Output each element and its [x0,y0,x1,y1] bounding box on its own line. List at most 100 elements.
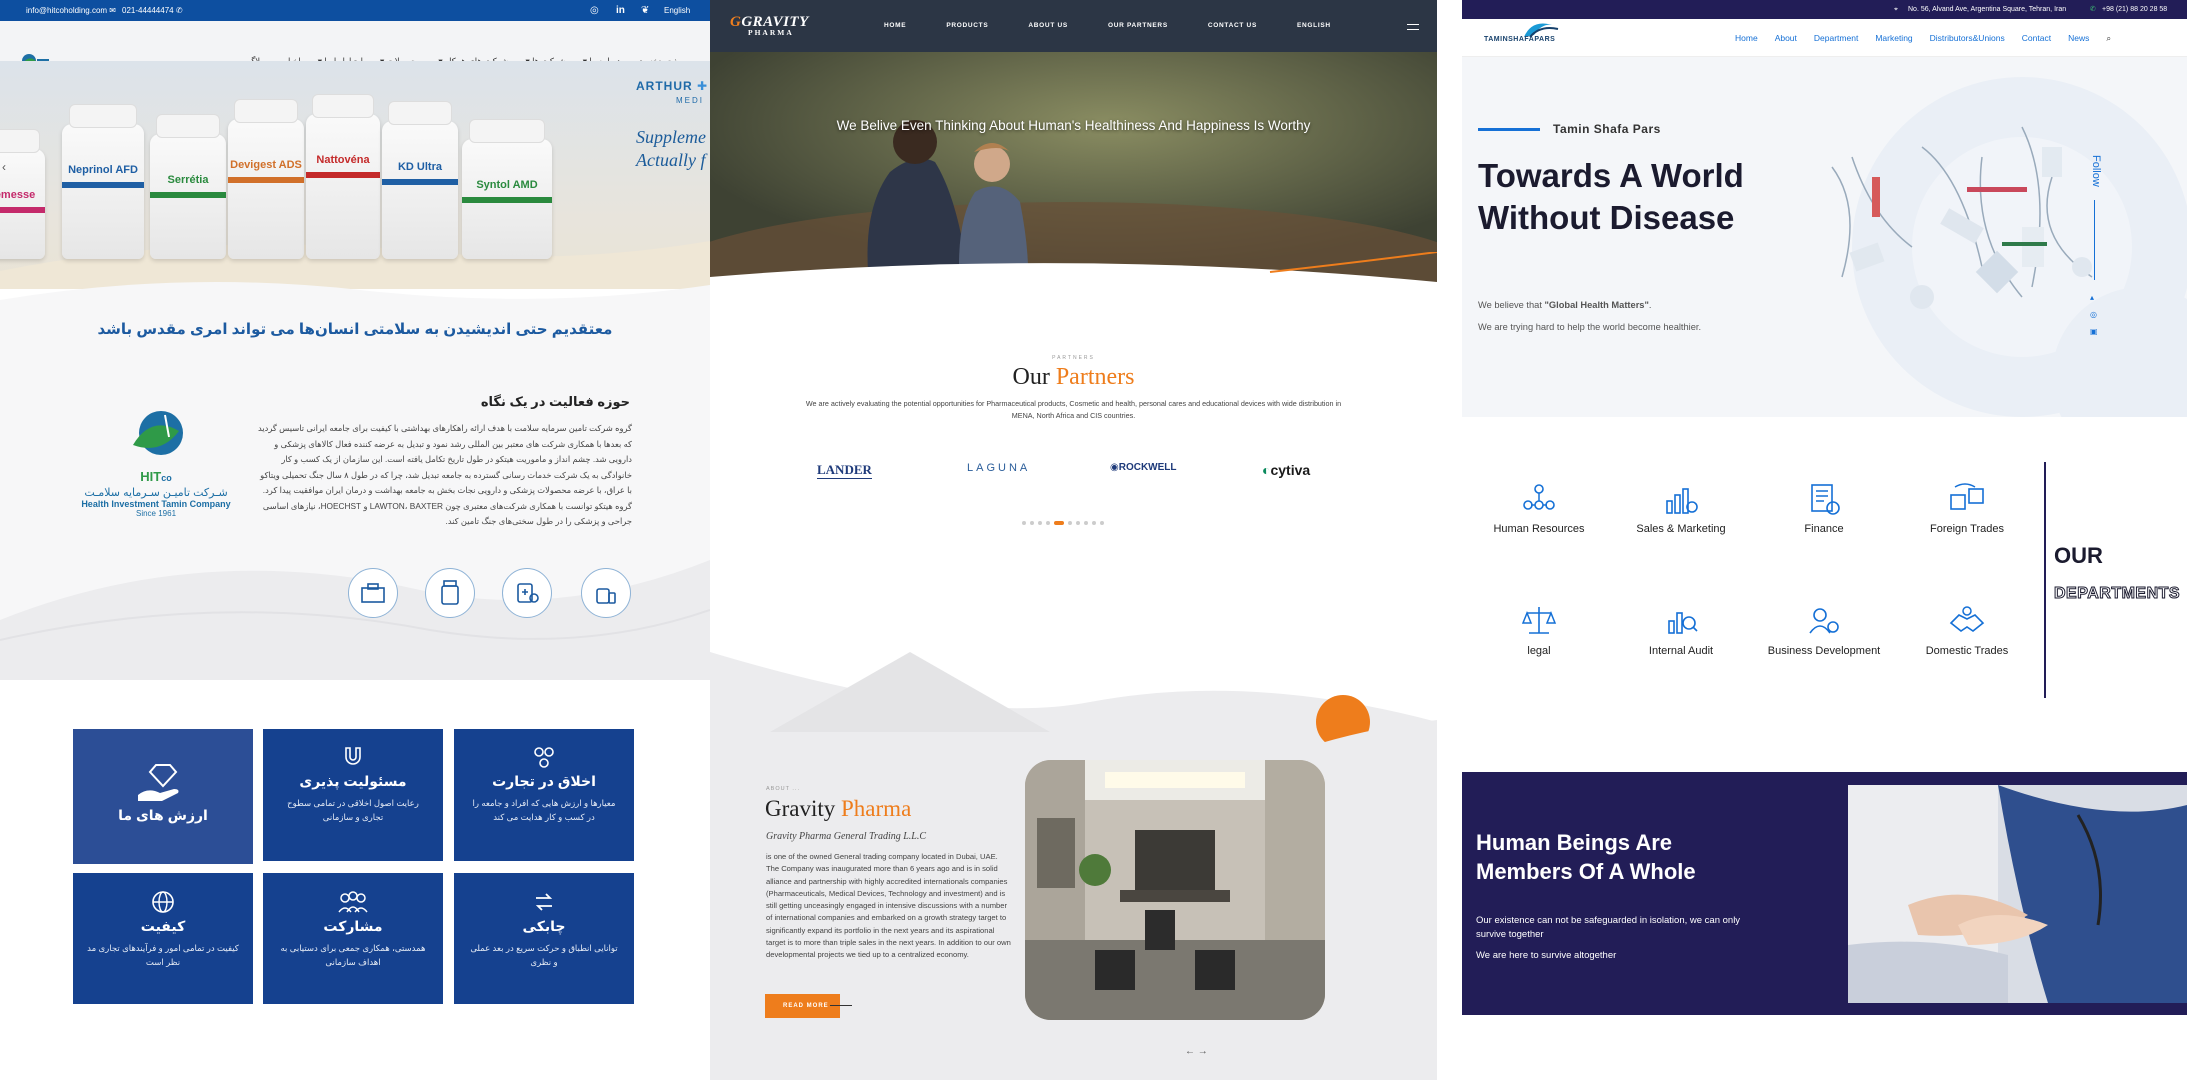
hitco-website-screenshot: info@hitcoholding.com ✉ 021-44444474 ✆ ◎… [0,0,710,1080]
nav-about[interactable]: About [1775,33,1797,44]
read-more-button[interactable]: READ MORE [765,994,840,1018]
cosmetics-icon [596,588,616,604]
nav-language[interactable]: ENGLISH [1297,22,1331,29]
departments-label: DEPARTMENTS [2053,585,2181,603]
dept-legal[interactable]: legal [1479,599,1599,657]
about-kicker: ABOUT ... [766,786,800,792]
partner-logo-laguna[interactable]: LAGUNA [967,462,1030,474]
mail-icon: ✉ [109,6,116,15]
carousel-dot[interactable] [1022,521,1026,525]
hero-tagline-2: Actually f [636,150,706,170]
gravity-logo[interactable]: GGRAVITY PHARMA [730,14,809,37]
carousel-dot[interactable] [1076,521,1080,525]
language-link[interactable]: English [664,6,690,15]
dept-label: Human Resources [1493,523,1585,535]
nav-partners[interactable]: OUR PARTNERS [1108,22,1168,29]
instagram-icon[interactable]: ◎ [590,5,599,16]
audit-chart-icon [1621,599,1741,639]
carousel-dot[interactable] [1046,521,1050,525]
linkedin-icon[interactable]: in [616,5,625,16]
top-address: No. 56, Alvand Ave, Argentina Square, Te… [1908,6,2067,13]
twitter-icon[interactable]: ▴ [2090,289,2098,306]
nav-department[interactable]: Department [1814,33,1858,44]
carousel-dot[interactable] [1092,521,1096,525]
linkedin-icon[interactable]: ▣ [2090,323,2098,340]
card-desc: رعایت اصول اخلاقی در تمامی سطوح تجاری و … [287,798,419,822]
carousel-dot-active[interactable] [1054,521,1064,525]
delivery-boxes-icon [1907,477,2027,517]
company-name-en: Health Investment Tamin Company [81,499,231,509]
circle-icon-2[interactable] [425,568,475,618]
dept-internal-audit[interactable]: Internal Audit [1621,599,1741,657]
phone-link[interactable]: 021-44444474 ✆ [122,6,183,15]
nav-home[interactable]: Home [1735,33,1758,44]
button-line-decoration [830,1005,852,1006]
nav-products[interactable]: PRODUCTS [946,22,988,29]
carousel-dot[interactable] [1100,521,1104,525]
circle-icon-3[interactable] [502,568,552,618]
our-label: OUR [2054,543,2103,568]
partner-logo-cytiva[interactable]: ◐cytiva [1262,462,1310,478]
hero-wave [710,252,1437,292]
nav-home[interactable]: HOME [884,22,906,29]
card-business-ethics[interactable]: اخلاق در تجارت معیارها و ارزش هایی که اف… [454,729,634,861]
dept-sales-marketing[interactable]: Sales & Marketing [1621,477,1741,535]
partner-logo-rockwell[interactable]: ◉ROCKWELL [1110,462,1177,473]
dept-human-resources[interactable]: Human Resources [1479,477,1599,535]
carousel-dot[interactable] [1038,521,1042,525]
nav-marketing[interactable]: Marketing [1875,33,1912,44]
product-bottle: Serrétia [150,114,226,259]
search-icon[interactable]: ⌕ [2106,33,2111,44]
dept-label: Sales & Marketing [1636,523,1726,535]
email-link[interactable]: info@hitcoholding.com ✉ [26,6,116,15]
company-name-fa: شـرکت تامیـن سـرمایه سلامـت [84,487,228,499]
circle-icon-1[interactable] [348,568,398,618]
carousel-dots[interactable] [1022,521,1104,525]
top-phone[interactable]: +98 (21) 88 20 28 58 [2102,6,2167,13]
partner-logo-lander[interactable]: LANDER [817,462,872,479]
slider-arrows[interactable]: ← → [1185,1046,1208,1057]
twitter-icon[interactable]: ❦ [641,5,649,16]
hero-tagline: Suppleme [636,127,706,147]
nav-contact[interactable]: CONTACT US [1208,22,1257,29]
card-desc: معیارها و ارزش هایی که افراد و جامعه را … [472,798,616,822]
top-bar: ⌖ No. 56, Alvand Ave, Argentina Square, … [1462,0,2187,19]
nav-news[interactable]: News [2068,33,2089,44]
hero-text: We Belive Even Thinking About Human's He… [836,118,1311,133]
band-text-1: Our existence can not be safeguarded in … [1476,915,1741,940]
dept-finance[interactable]: Finance [1764,477,1884,535]
tamin-logo[interactable]: TAMINSHAFAPARS [1484,36,1555,43]
carousel-dot[interactable] [1068,521,1072,525]
kicker-line [1478,128,1540,131]
card-participation[interactable]: مشارکت همدستی، همکاری جمعی برای دستیابی … [263,873,443,1004]
hamburger-menu-icon[interactable] [1407,24,1419,30]
office-photo [1025,760,1325,1020]
dept-domestic-trades[interactable]: Domestic Trades [1907,599,2027,657]
nav-distributors[interactable]: Distributors&Unions [1930,33,2005,44]
about-title: Gravity Pharma [765,796,912,821]
globe-icon [73,890,253,914]
chart-gear-icon [1621,477,1741,517]
circle-icon-4[interactable] [581,568,631,618]
card-responsibility[interactable]: مسئولیت پذیری رعایت اصول اخلاقی در تمامی… [263,729,443,861]
carousel-dot[interactable] [1084,521,1088,525]
carousel-dot[interactable] [1030,521,1034,525]
company-since: Since 1961 [135,509,177,518]
nav-about[interactable]: ABOUT US [1028,22,1068,29]
main-nav: GGRAVITY PHARMA HOME PRODUCTS ABOUT US OU… [710,0,1437,52]
dept-label: legal [1527,645,1551,657]
dept-foreign-trades[interactable]: Foreign Trades [1907,477,2027,535]
dept-business-development[interactable]: Business Development [1764,599,1884,657]
chevron-left-icon[interactable]: ‹ [2,160,6,174]
dept-label: Foreign Trades [1930,523,2004,535]
instagram-icon[interactable]: ◎ [2090,306,2098,323]
nav-contact[interactable]: Contact [2022,33,2051,44]
card-quality[interactable]: کیفیت کیفیت در تمامی امور و فرآیندهای تج… [73,873,253,1004]
card-our-values[interactable]: ارزش های ما [73,729,253,864]
card-title: ارزش های ما [118,807,208,823]
panel-gap [1437,0,1462,1080]
company-abbr: HITco [140,469,172,484]
hitco-emblem [133,411,183,455]
card-agility[interactable]: چابکی توانایی انطباق و حرکت سریع در بعد … [454,873,634,1004]
nav-menu: Home About Department Marketing Distribu… [1735,33,2128,44]
